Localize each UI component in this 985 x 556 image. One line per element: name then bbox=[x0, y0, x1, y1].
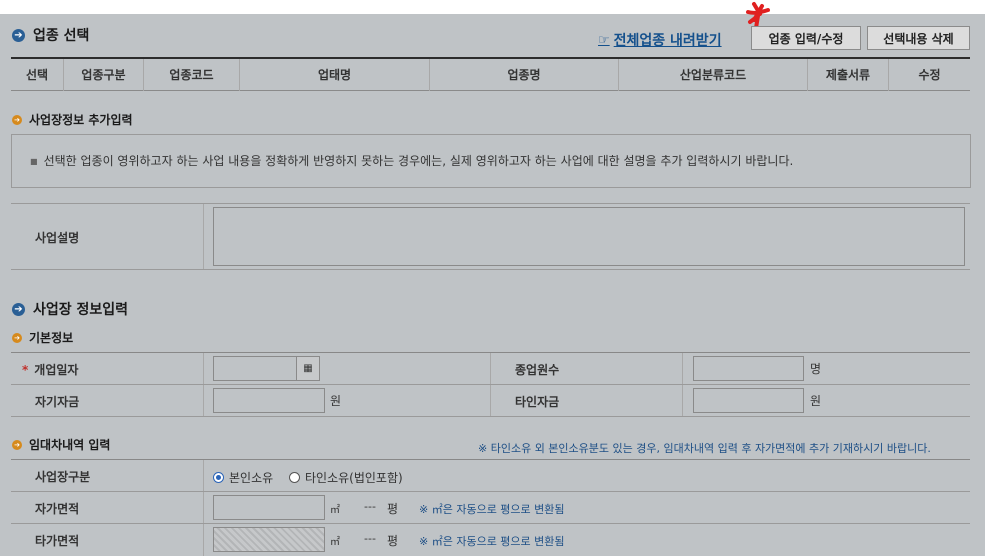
col-select: 선택 bbox=[11, 59, 64, 91]
col-industry-class-code: 산업분류코드 bbox=[619, 59, 808, 91]
employees-label: 종업원수 bbox=[515, 363, 560, 377]
lease-title: 임대차내역 입력 bbox=[29, 438, 111, 452]
other-area-pyeong-value: --- bbox=[364, 532, 376, 545]
col-industry-code: 업종코드 bbox=[144, 59, 240, 91]
industry-table-header: 선택 업종구분 업종코드 업태명 업종명 산업분류코드 제출서류 수정 bbox=[11, 57, 970, 91]
pointing-hand-icon: ☞ bbox=[598, 32, 610, 48]
col-industry-name: 업종명 bbox=[430, 59, 619, 91]
employees-unit: 명 bbox=[810, 362, 822, 376]
other-capital-input[interactable] bbox=[693, 388, 804, 413]
section-title-workplace: ➔ 사업장 정보입력 bbox=[12, 299, 128, 319]
divider bbox=[203, 460, 204, 556]
own-area-unit: ㎡ bbox=[330, 505, 340, 516]
subsection-basic-info: ➔ 기본정보 bbox=[12, 329, 73, 346]
other-area-label: 타가면적 bbox=[35, 534, 80, 548]
radio-other-label: 타인소유(법인포함) bbox=[305, 471, 403, 485]
open-date-label: * 개업일자 bbox=[22, 361, 78, 378]
notice-text: 선택한 업종이 영위하고자 하는 사업 내용을 정확하게 반영하지 못하는 경우… bbox=[43, 154, 794, 168]
divider bbox=[11, 416, 970, 417]
other-area-input-disabled bbox=[213, 527, 325, 552]
radio-other-property[interactable]: 타인소유(법인포함) bbox=[289, 469, 403, 486]
radio-unselected-icon bbox=[289, 472, 300, 483]
employees-input[interactable] bbox=[693, 356, 804, 381]
radio-own-property[interactable]: 본인소유 bbox=[213, 469, 273, 486]
other-area-unit: ㎡ bbox=[330, 537, 340, 548]
industry-input-edit-button[interactable]: 업종 입력/수정 bbox=[751, 26, 861, 50]
own-area-input[interactable] bbox=[213, 495, 325, 520]
radio-own-label: 본인소유 bbox=[229, 471, 274, 485]
own-capital-label: 자기자금 bbox=[35, 395, 80, 409]
extra-info-title: 사업장정보 추가입력 bbox=[29, 113, 133, 127]
notice-box: ■ 선택한 업종이 영위하고자 하는 사업 내용을 정확하게 반영하지 못하는 경… bbox=[11, 134, 971, 188]
other-capital-unit: 원 bbox=[810, 394, 822, 408]
divider bbox=[11, 523, 970, 524]
orange-arrow-icon: ➔ bbox=[12, 332, 22, 343]
own-area-pyeong-unit: 평 bbox=[387, 502, 399, 516]
col-edit: 수정 bbox=[918, 68, 941, 82]
open-date-input[interactable] bbox=[213, 356, 297, 381]
orange-arrow-icon: ➔ bbox=[12, 114, 22, 125]
arrow-circle-icon: ➔ bbox=[12, 302, 25, 316]
other-area-convert-note: ※ ㎡은 자동으로 평으로 변환됨 bbox=[419, 535, 565, 548]
basic-info-title: 기본정보 bbox=[29, 331, 74, 345]
divider bbox=[11, 459, 970, 460]
divider bbox=[11, 203, 970, 204]
own-area-convert-note: ※ ㎡은 자동으로 평으로 변환됨 bbox=[419, 503, 565, 516]
business-desc-label: 사업설명 bbox=[35, 231, 80, 245]
lease-note: ※ 타인소유 외 본인소유분도 있는 경우, 임대차내역 입력 후 자가면적에 … bbox=[478, 442, 931, 455]
radio-selected-icon bbox=[213, 472, 224, 483]
business-desc-textarea[interactable] bbox=[213, 207, 965, 266]
section-title-text: 사업장 정보입력 bbox=[33, 302, 129, 318]
arrow-circle-icon: ➔ bbox=[12, 28, 25, 42]
divider bbox=[11, 269, 970, 270]
own-area-pyeong-value: --- bbox=[364, 500, 376, 513]
section-title-text: 업종 선택 bbox=[33, 28, 90, 44]
bullet-icon: ■ bbox=[30, 157, 38, 166]
col-business-type: 업태명 bbox=[240, 59, 430, 91]
other-area-pyeong-unit: 평 bbox=[387, 534, 399, 548]
open-date-label-text: 개업일자 bbox=[34, 363, 79, 377]
own-area-label: 자가면적 bbox=[35, 502, 80, 516]
divider bbox=[11, 384, 970, 385]
section-title-industry: ➔ 업종 선택 bbox=[12, 25, 89, 45]
subsection-lease: ➔ 임대차내역 입력 bbox=[12, 436, 110, 453]
col-industry-type: 업종구분 bbox=[64, 59, 144, 91]
own-capital-unit: 원 bbox=[330, 394, 342, 408]
own-capital-input[interactable] bbox=[213, 388, 325, 413]
delete-selection-button[interactable]: 선택내용 삭제 bbox=[867, 26, 970, 50]
top-strip bbox=[0, 0, 985, 14]
calendar-icon[interactable]: ▦ bbox=[296, 356, 320, 381]
download-all-industries-link[interactable]: ☞ 전체업종 내려받기 bbox=[598, 30, 722, 50]
other-capital-label: 타인자금 bbox=[515, 395, 560, 409]
divider bbox=[203, 204, 204, 269]
required-star: * bbox=[22, 363, 29, 377]
workplace-type-label: 사업장구분 bbox=[35, 470, 91, 484]
orange-arrow-icon: ➔ bbox=[12, 439, 22, 450]
divider bbox=[11, 491, 970, 492]
subsection-extra-info: ➔ 사업장정보 추가입력 bbox=[12, 111, 133, 128]
col-documents: 제출서류 bbox=[808, 59, 889, 91]
download-link-label: 전체업종 내려받기 bbox=[613, 33, 722, 49]
